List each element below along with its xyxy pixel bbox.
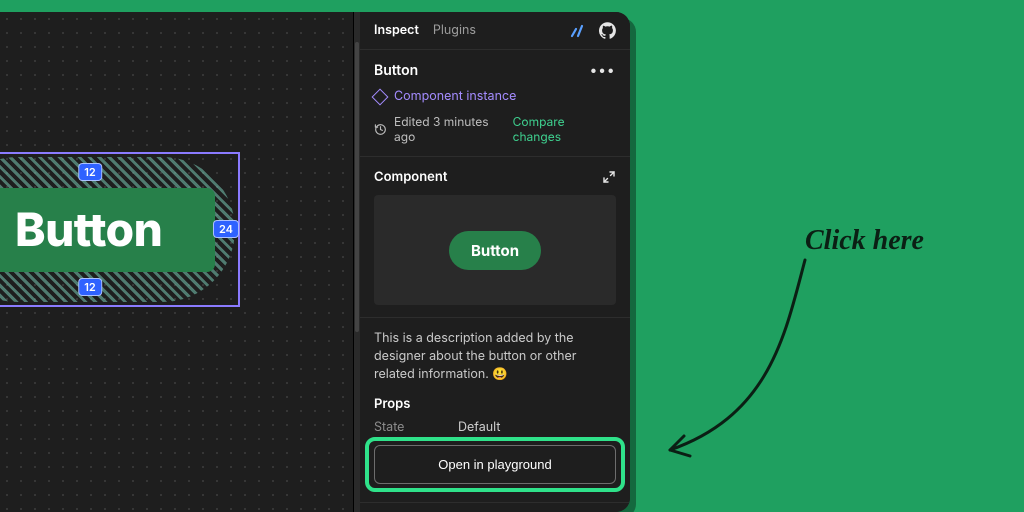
instance-diamond-icon [372,88,389,105]
tab-plugins[interactable]: Plugins [433,23,476,38]
edited-time-label: Edited 3 minutes ago [394,114,513,144]
component-preview-section: Component Button [360,157,630,318]
github-icon[interactable] [599,22,616,39]
prop-state-value: Default [458,420,500,435]
open-playground-button[interactable]: Open in playground [374,445,616,484]
spacing-badge-bottom: 12 [78,278,102,296]
component-instance-label: Component instance [394,89,516,104]
props-section-label: Props [374,396,616,412]
panel-scrollbar[interactable] [354,12,360,512]
canvas-button-label: Button [15,202,162,258]
dev-resources-section[interactable]: Dev resources ＋ [360,502,630,512]
spacing-badge-top: 12 [78,163,102,181]
app-window: Button 12 24 12 Inspect Plugins Button [0,12,630,512]
paths-icon[interactable] [569,23,585,39]
canvas-button-sample[interactable]: Button [0,188,215,272]
panel-tabs: Inspect Plugins [360,12,630,50]
tab-inspect[interactable]: Inspect [374,23,419,38]
inspect-panel: Inspect Plugins Button ••• Component ins… [360,12,630,512]
spacing-badge-right: 24 [213,220,239,238]
open-playground-label: Open in playground [438,457,551,472]
component-title: Button [374,62,418,79]
component-preview-box: Button [374,195,616,305]
expand-icon[interactable] [602,170,616,184]
prop-state-label: State [374,420,434,435]
more-menu-icon[interactable]: ••• [590,62,616,79]
history-icon [374,123,387,136]
design-canvas[interactable]: Button 12 24 12 [0,12,353,512]
props-section: Props State Default Open in playground [360,384,630,484]
component-description: This is a description added by the desig… [360,318,630,384]
open-playground-wrap: Open in playground [374,445,616,484]
annotation-arrow [650,245,820,475]
compare-changes-link[interactable]: Compare changes [513,114,616,144]
preview-button-label: Button [471,241,519,260]
component-header-section: Button ••• Component instance Edited 3 m… [360,50,630,157]
annotation-text: Click here [805,225,924,257]
component-instance-row[interactable]: Component instance [374,89,616,104]
preview-button: Button [449,231,541,270]
component-section-label: Component [374,169,447,185]
